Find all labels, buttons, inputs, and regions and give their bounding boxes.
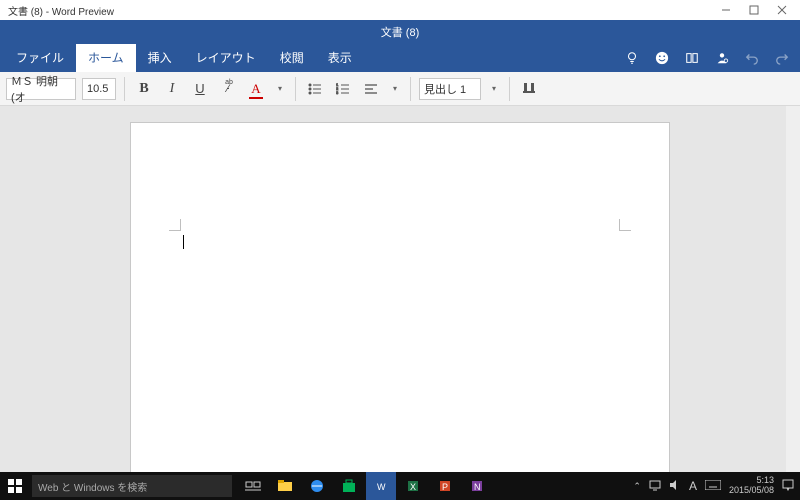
document-canvas xyxy=(0,106,800,472)
clock-date: 2015/05/08 xyxy=(729,486,774,496)
document-title: 文書 (8) xyxy=(0,20,800,44)
onenote-icon[interactable]: N xyxy=(462,472,492,500)
font-color-dropdown[interactable]: ▾ xyxy=(273,84,287,93)
margin-marker-left xyxy=(169,219,181,231)
svg-text:X: X xyxy=(410,482,416,492)
ribbon-header: 文書 (8) ファイル ホーム 挿入 レイアウト 校閲 表示 xyxy=(0,20,800,72)
store-icon[interactable] xyxy=(334,472,364,500)
numbering-button[interactable]: 123 xyxy=(332,78,354,100)
network-icon[interactable] xyxy=(649,479,661,494)
text-cursor xyxy=(183,235,184,249)
align-button[interactable] xyxy=(360,78,382,100)
volume-icon[interactable] xyxy=(669,479,681,494)
tab-insert[interactable]: 挿入 xyxy=(136,44,184,72)
svg-text:N: N xyxy=(474,482,481,492)
italic-button[interactable]: I xyxy=(161,78,183,100)
strikethrough-button[interactable]: ab∕ xyxy=(217,78,239,100)
start-button[interactable] xyxy=(0,472,30,500)
svg-text:W: W xyxy=(377,482,386,492)
explorer-icon[interactable] xyxy=(270,472,300,500)
share-icon[interactable] xyxy=(714,50,730,66)
ribbon-toolbar: ＭＳ 明朝 (オ 10.5 B I U ab∕ A ▾ 123 ▾ 見出し 1 … xyxy=(0,72,800,106)
bullets-button[interactable] xyxy=(304,78,326,100)
underline-button[interactable]: U xyxy=(189,78,211,100)
ime-icon[interactable]: A xyxy=(689,479,697,493)
vertical-scrollbar[interactable] xyxy=(786,106,800,472)
style-dropdown[interactable]: ▾ xyxy=(487,84,501,93)
smile-icon[interactable] xyxy=(654,50,670,66)
taskbar-clock[interactable]: 5:13 2015/05/08 xyxy=(729,476,774,496)
document-page[interactable] xyxy=(130,122,670,472)
find-button[interactable] xyxy=(518,78,540,100)
margin-marker-right xyxy=(619,219,631,231)
search-placeholder: Web と Windows を検索 xyxy=(38,479,147,494)
align-dropdown[interactable]: ▾ xyxy=(388,84,402,93)
style-input[interactable]: 見出し 1 xyxy=(419,78,481,100)
word-icon[interactable]: W xyxy=(366,472,396,500)
font-family-input[interactable]: ＭＳ 明朝 (オ xyxy=(6,78,76,100)
redo-icon[interactable] xyxy=(774,50,790,66)
system-tray: ⌃ A 5:13 2015/05/08 xyxy=(633,476,800,496)
close-button[interactable] xyxy=(768,0,796,20)
font-color-button[interactable]: A xyxy=(245,78,267,100)
tray-chevron-icon[interactable]: ⌃ xyxy=(633,481,641,492)
maximize-button[interactable] xyxy=(740,0,768,20)
tab-layout[interactable]: レイアウト xyxy=(184,44,268,72)
powerpoint-icon[interactable]: P xyxy=(430,472,460,500)
window-title: 文書 (8) - Word Preview xyxy=(4,3,114,18)
taskbar-search[interactable]: Web と Windows を検索 xyxy=(32,475,232,497)
window-titlebar: 文書 (8) - Word Preview xyxy=(0,0,800,20)
taskbar: Web と Windows を検索 W X P N ⌃ A 5:13 2015/… xyxy=(0,472,800,500)
lightbulb-icon[interactable] xyxy=(624,50,640,66)
tab-view[interactable]: 表示 xyxy=(316,44,364,72)
ie-icon[interactable] xyxy=(302,472,332,500)
svg-text:3: 3 xyxy=(336,90,339,95)
font-size-input[interactable]: 10.5 xyxy=(82,78,116,100)
undo-icon[interactable] xyxy=(744,50,760,66)
excel-icon[interactable]: X xyxy=(398,472,428,500)
bold-button[interactable]: B xyxy=(133,78,155,100)
svg-text:P: P xyxy=(442,482,448,492)
read-icon[interactable] xyxy=(684,50,700,66)
tab-review[interactable]: 校閲 xyxy=(268,44,316,72)
minimize-button[interactable] xyxy=(712,0,740,20)
tab-file[interactable]: ファイル xyxy=(4,44,76,72)
ribbon-tabs: ファイル ホーム 挿入 レイアウト 校閲 表示 xyxy=(0,44,800,72)
notifications-icon[interactable] xyxy=(782,479,794,494)
keyboard-icon[interactable] xyxy=(705,480,721,493)
tab-home[interactable]: ホーム xyxy=(76,44,136,72)
task-view-icon[interactable] xyxy=(238,472,268,500)
